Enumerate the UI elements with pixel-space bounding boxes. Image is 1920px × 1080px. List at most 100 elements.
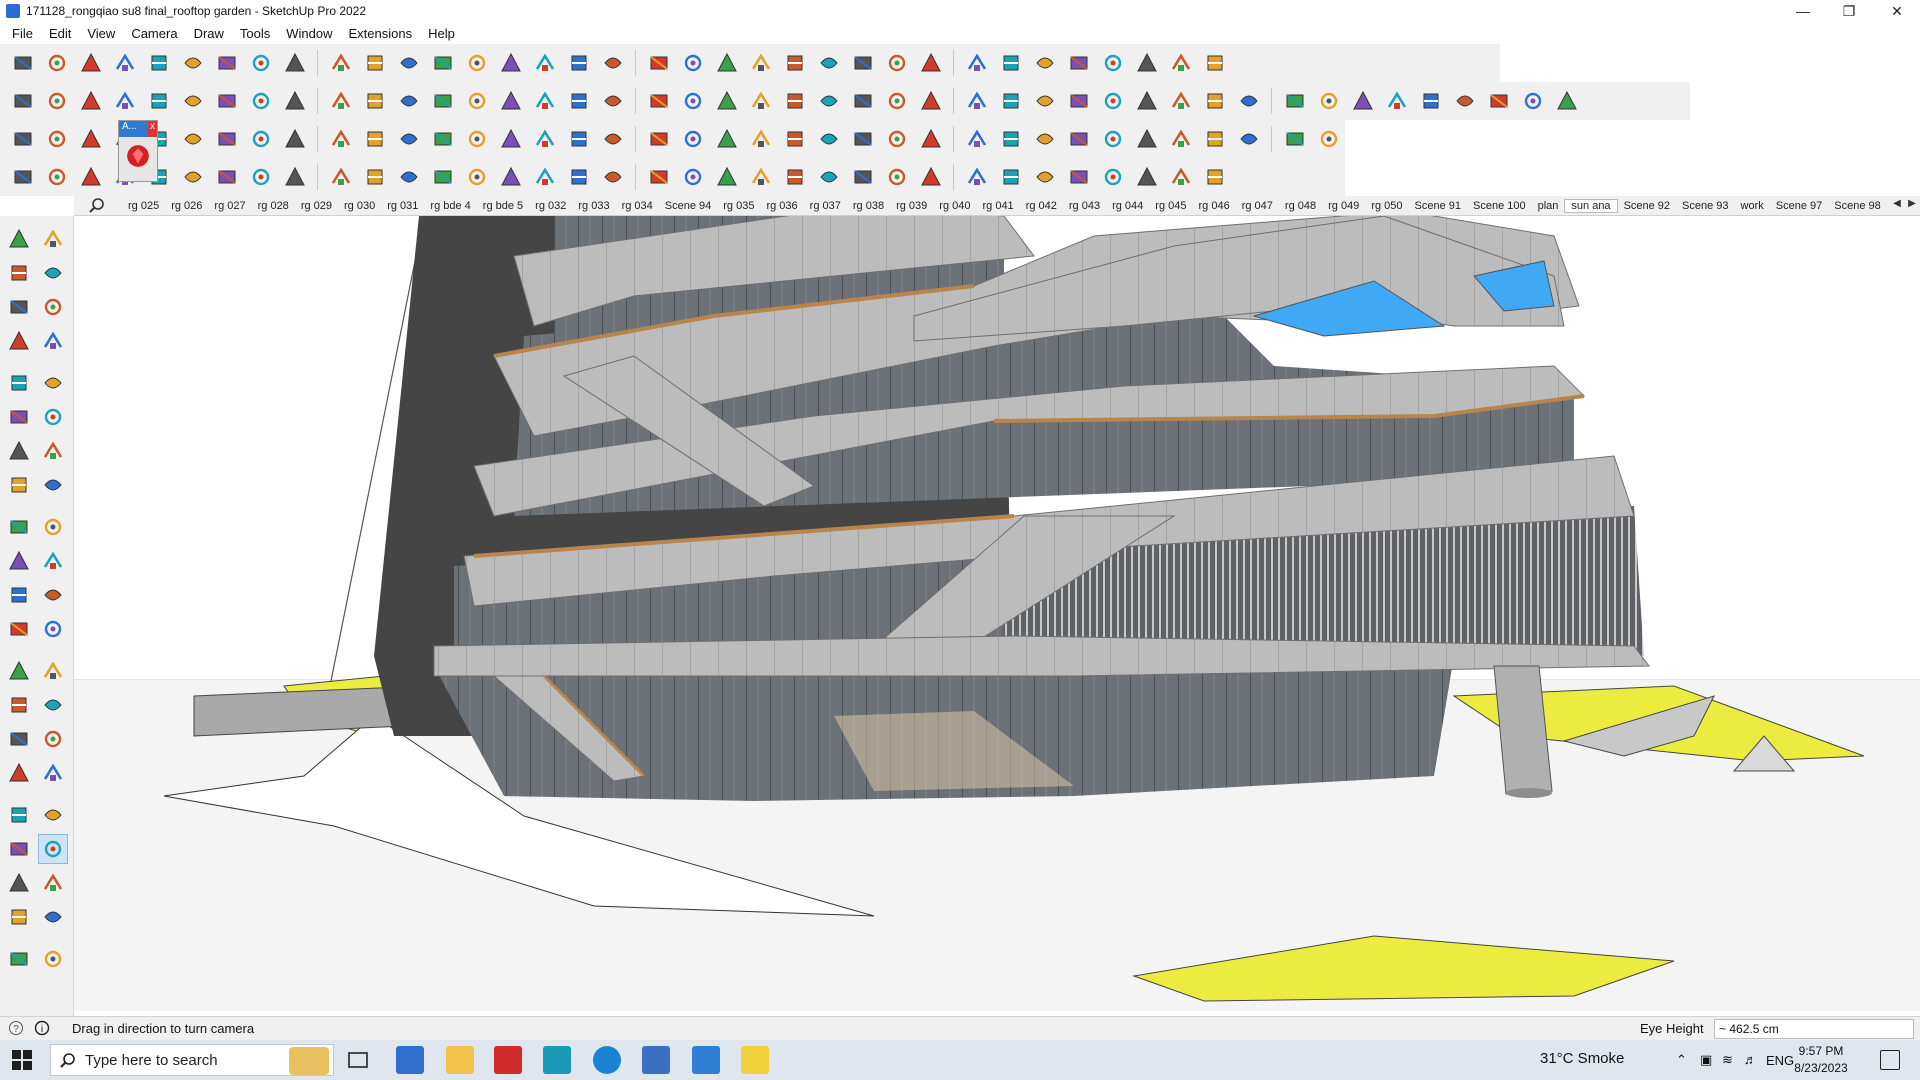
- house-5-icon[interactable]: [712, 87, 741, 116]
- sketchup-taskbar-icon[interactable]: [642, 1046, 670, 1074]
- shape-9-icon[interactable]: [1166, 87, 1195, 116]
- chain-link-icon[interactable]: [394, 125, 423, 154]
- grid-orange-icon[interactable]: [1132, 125, 1161, 154]
- help-icon[interactable]: i: [34, 1020, 50, 1039]
- scene-tab[interactable]: rg 033: [572, 200, 615, 212]
- pencil-line-icon[interactable]: [110, 49, 139, 78]
- snap-cross-icon[interactable]: [780, 125, 809, 154]
- scene-tab[interactable]: rg 034: [616, 200, 659, 212]
- walk-tool-icon[interactable]: [4, 868, 34, 898]
- push-pull-icon[interactable]: [212, 49, 241, 78]
- hand-1-icon[interactable]: [598, 163, 627, 192]
- freehand-tool-icon[interactable]: [38, 326, 68, 356]
- ramp-icon[interactable]: [1098, 163, 1127, 192]
- shape-4-icon[interactable]: [996, 87, 1025, 116]
- task-view-icon[interactable]: [344, 1046, 372, 1074]
- cone-tool-icon[interactable]: [564, 125, 593, 154]
- volume-icon[interactable]: ♬: [1744, 1052, 1757, 1067]
- section-cuts-icon[interactable]: [746, 49, 775, 78]
- section-display-icon[interactable]: [678, 49, 707, 78]
- menu-extensions[interactable]: Extensions: [341, 26, 421, 41]
- scene-tab[interactable]: rg 026: [165, 200, 208, 212]
- scene-tab[interactable]: rg 047: [1236, 200, 1279, 212]
- extension-warehouse-icon[interactable]: [814, 49, 843, 78]
- scene-tab[interactable]: Scene 94: [659, 200, 717, 212]
- cube-hatch-icon[interactable]: [1030, 163, 1059, 192]
- frame-3-icon[interactable]: [848, 163, 877, 192]
- stairs-icon[interactable]: [882, 163, 911, 192]
- shape-2-icon[interactable]: [916, 87, 945, 116]
- arrows-down-icon[interactable]: [1030, 49, 1059, 78]
- store-app-icon[interactable]: [543, 1046, 571, 1074]
- weather-widget[interactable]: 31°C Smoke: [1540, 1050, 1624, 1067]
- pan-icon[interactable]: [530, 49, 559, 78]
- display-2-tool-icon[interactable]: [38, 944, 68, 974]
- scene-tab[interactable]: rg 044: [1106, 200, 1149, 212]
- diamond-outline-icon[interactable]: [1200, 163, 1229, 192]
- zoom-extents-icon[interactable]: [8, 49, 37, 78]
- layout-icon[interactable]: [848, 49, 877, 78]
- cube-green-icon[interactable]: [882, 125, 911, 154]
- red-curve-icon[interactable]: [428, 163, 457, 192]
- model-viewport[interactable]: [74, 216, 1920, 1011]
- scene-tab[interactable]: Scene 98: [1828, 200, 1886, 212]
- green-box-icon[interactable]: [496, 87, 525, 116]
- rotated-rect-tool-icon[interactable]: [38, 368, 68, 398]
- push-green-icon[interactable]: [212, 87, 241, 116]
- style-builder-icon[interactable]: [916, 49, 945, 78]
- pie-tool-icon[interactable]: [4, 470, 34, 500]
- shield-swirl-icon[interactable]: [246, 163, 275, 192]
- info-icon[interactable]: ?: [8, 1020, 24, 1039]
- move-icon[interactable]: [280, 49, 309, 78]
- 3d-text-tool-icon[interactable]: [38, 690, 68, 720]
- acrobat-icon[interactable]: [494, 1046, 522, 1074]
- arrows-up-icon[interactable]: [996, 49, 1025, 78]
- scene-tab[interactable]: rg 049: [1322, 200, 1365, 212]
- scene-tab[interactable]: work: [1735, 200, 1770, 212]
- offset-tool-icon[interactable]: [38, 580, 68, 610]
- component-2-icon[interactable]: [42, 87, 71, 116]
- bars-3-icon[interactable]: [678, 163, 707, 192]
- wifi-icon[interactable]: ≋: [1722, 1052, 1733, 1068]
- menu-draw[interactable]: Draw: [186, 26, 232, 41]
- triangle-flat-icon[interactable]: [462, 163, 491, 192]
- rectangle-tool-icon[interactable]: [4, 368, 34, 398]
- scene-tab[interactable]: rg 029: [295, 200, 338, 212]
- clock-date[interactable]: 8/23/2023: [1786, 1061, 1856, 1075]
- scene-tab[interactable]: rg 032: [529, 200, 572, 212]
- measurements-input[interactable]: ~ 462.5 cm: [1714, 1019, 1914, 1039]
- texture-4-icon[interactable]: [1450, 87, 1479, 116]
- scene-tab[interactable]: rg 031: [381, 200, 424, 212]
- joint-push-pull-icon[interactable]: [110, 87, 139, 116]
- texture-5-icon[interactable]: [1484, 87, 1513, 116]
- car-icon[interactable]: [76, 163, 105, 192]
- rail-1-icon[interactable]: [326, 163, 355, 192]
- push-up-icon[interactable]: [144, 87, 173, 116]
- blue-sheet-icon[interactable]: [8, 125, 37, 154]
- red-tool-2-icon[interactable]: [1314, 87, 1343, 116]
- rotate-icon[interactable]: [326, 49, 355, 78]
- rotate-tool-icon[interactable]: [4, 546, 34, 576]
- scene-tab[interactable]: rg 050: [1365, 200, 1408, 212]
- shape-flat-icon[interactable]: [178, 125, 207, 154]
- red-diamond-icon[interactable]: [1030, 125, 1059, 154]
- rail-2-icon[interactable]: [360, 163, 389, 192]
- dotted-curve-icon[interactable]: [1280, 125, 1309, 154]
- start-button[interactable]: [12, 1050, 32, 1073]
- scene-tab[interactable]: rg 036: [760, 200, 803, 212]
- line-tool-icon[interactable]: [848, 87, 877, 116]
- scene-tab[interactable]: rg 030: [338, 200, 381, 212]
- green-box-2-icon[interactable]: [530, 87, 559, 116]
- dots-curve-icon[interactable]: [428, 125, 457, 154]
- bird-icon[interactable]: [1166, 163, 1195, 192]
- box-arrow-2-icon[interactable]: [962, 125, 991, 154]
- grid-yellow-icon[interactable]: [1200, 125, 1229, 154]
- select-tool-icon[interactable]: [4, 224, 34, 254]
- shape-1-icon[interactable]: [882, 87, 911, 116]
- tags-icon[interactable]: [962, 49, 991, 78]
- scene-tab[interactable]: rg 025: [122, 200, 165, 212]
- house-3-icon[interactable]: [644, 87, 673, 116]
- orbit-tool-icon[interactable]: [38, 224, 68, 254]
- yellow-sheet-icon[interactable]: [76, 125, 105, 154]
- orbit-2-tool-icon[interactable]: [4, 724, 34, 754]
